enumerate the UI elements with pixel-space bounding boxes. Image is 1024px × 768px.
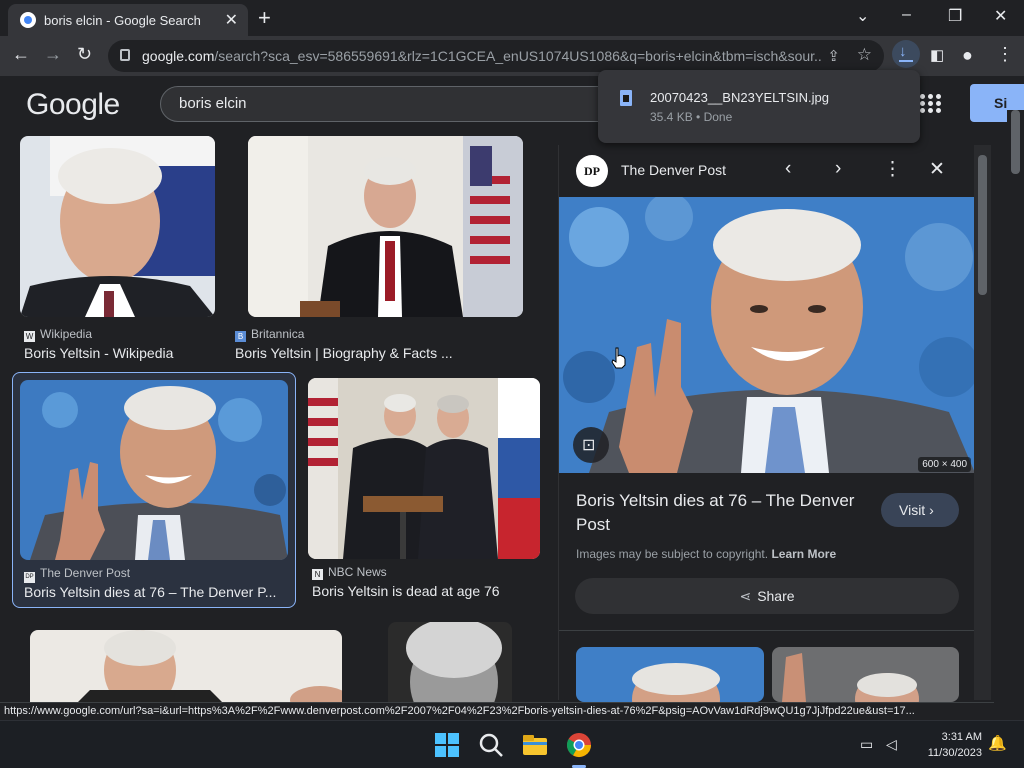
- result-title[interactable]: Boris Yeltsin - Wikipedia: [24, 345, 214, 361]
- address-bar[interactable]: google.com/search?sca_esv=586559691&rlz=…: [108, 40, 884, 72]
- tab-title: boris elcin - Google Search: [44, 13, 201, 28]
- result-thumbnail[interactable]: [20, 380, 288, 560]
- close-panel-icon[interactable]: ✕: [929, 158, 945, 181]
- file-explorer-icon[interactable]: [520, 730, 550, 760]
- google-favicon-icon: [20, 12, 36, 28]
- back-icon[interactable]: ←: [12, 44, 30, 65]
- related-image[interactable]: [772, 647, 959, 702]
- result-source[interactable]: W Wikipedia: [24, 327, 92, 342]
- system-clock[interactable]: 3:31 AM 11/30/2023: [918, 729, 982, 761]
- result-card-denver-post[interactable]: DP The Denver Post Boris Yeltsin dies at …: [12, 372, 296, 608]
- lock-icon[interactable]: [120, 49, 130, 61]
- more-options-icon[interactable]: ⋮: [883, 158, 902, 181]
- result-thumbnail[interactable]: [388, 622, 512, 702]
- result-title[interactable]: Boris Yeltsin dies at 76 – The Denver P.…: [24, 584, 286, 600]
- scroll-thumb[interactable]: [978, 155, 987, 295]
- result-card-britannica[interactable]: B Britannica Boris Yeltsin | Biography & …: [231, 136, 525, 366]
- panel-scrollbar[interactable]: [974, 145, 991, 700]
- learn-more-link[interactable]: Learn More: [771, 547, 836, 561]
- side-panel-icon[interactable]: ◧: [930, 46, 944, 64]
- result-card-nbc-news[interactable]: N NBC News Boris Yeltsin is dead at age 7…: [308, 378, 540, 608]
- panel-title[interactable]: Boris Yeltsin dies at 76 – The Denver Po…: [576, 489, 866, 537]
- minimize-icon[interactable]: –: [902, 6, 911, 24]
- reload-icon[interactable]: ↻: [77, 44, 92, 65]
- image-preview-panel: DP The Denver Post ‹ › ⋮ ✕ ⊡ 600 × 400 B…: [558, 145, 975, 702]
- volume-icon[interactable]: ◁: [886, 736, 897, 753]
- panel-header: DP The Denver Post ‹ › ⋮ ✕: [559, 145, 975, 197]
- restore-icon[interactable]: ❐: [948, 6, 962, 26]
- result-title[interactable]: Boris Yeltsin | Biography & Facts ...: [235, 345, 525, 361]
- browser-tab[interactable]: boris elcin - Google Search ✕: [8, 4, 248, 36]
- search-icon[interactable]: [476, 730, 506, 760]
- download-status: 35.4 KB • Done: [650, 110, 733, 124]
- google-apps-icon[interactable]: [920, 94, 946, 114]
- copyright-notice: Images may be subject to copyright. Lear…: [576, 547, 837, 561]
- close-tab-icon[interactable]: ✕: [225, 10, 238, 30]
- network-icon[interactable]: ▭: [860, 736, 873, 753]
- chrome-icon[interactable]: [564, 730, 594, 760]
- result-thumbnail[interactable]: [248, 136, 523, 317]
- bookmark-star-icon[interactable]: ☆: [857, 45, 872, 65]
- result-thumbnail[interactable]: [30, 630, 342, 702]
- share-button[interactable]: ⋖ Share: [575, 578, 959, 614]
- lens-icon: ⊡: [582, 437, 596, 454]
- result-thumbnail[interactable]: [20, 136, 215, 317]
- new-tab-icon[interactable]: +: [258, 5, 271, 31]
- chevron-right-icon: ›: [929, 502, 934, 518]
- denver-post-logo[interactable]: DP: [576, 155, 608, 187]
- search-input[interactable]: [179, 95, 599, 112]
- hand-cursor-icon: [611, 347, 627, 374]
- result-source[interactable]: DP The Denver Post: [24, 566, 130, 583]
- page-scrollbar[interactable]: [1007, 110, 1024, 702]
- wikipedia-icon: W: [24, 331, 35, 342]
- windows-start-icon[interactable]: [432, 730, 462, 760]
- download-bubble: 20070423__BN23YELTSIN.jpg 35.4 KB • Done: [598, 70, 920, 143]
- close-window-icon[interactable]: ✕: [994, 6, 1007, 26]
- result-card-wikipedia[interactable]: W Wikipedia Boris Yeltsin - Wikipedia: [20, 136, 215, 366]
- windows-taskbar: ▭ ◁ 3:31 AM 11/30/2023 🔔: [0, 720, 1024, 768]
- previous-icon[interactable]: ‹: [785, 158, 791, 180]
- notification-bell-icon[interactable]: 🔔: [988, 734, 1007, 752]
- google-lens-button[interactable]: ⊡: [573, 427, 609, 463]
- visit-button[interactable]: Visit ›: [881, 493, 959, 527]
- image-dimensions: 600 × 400: [918, 457, 971, 472]
- denver-post-icon: DP: [24, 572, 35, 583]
- related-image[interactable]: [576, 647, 764, 702]
- forward-icon[interactable]: →: [44, 44, 62, 65]
- result-source[interactable]: N NBC News: [312, 565, 387, 580]
- result-title[interactable]: Boris Yeltsin is dead at age 76: [312, 583, 540, 599]
- preview-image[interactable]: ⊡ 600 × 400: [559, 197, 975, 473]
- tab-search-chevron-icon[interactable]: ⌄: [856, 6, 869, 26]
- next-icon[interactable]: ›: [835, 158, 841, 180]
- menu-kebab-icon[interactable]: ⋮: [996, 44, 1014, 65]
- share-icon: ⋖: [739, 588, 752, 604]
- image-results-grid: W Wikipedia Boris Yeltsin - Wikipedia B …: [0, 132, 558, 702]
- downloads-button[interactable]: ↓: [892, 40, 920, 68]
- file-icon: [620, 90, 632, 106]
- scroll-thumb[interactable]: [1011, 110, 1020, 174]
- result-thumbnail[interactable]: [308, 378, 540, 559]
- download-icon: ↓: [899, 43, 907, 60]
- result-source[interactable]: B Britannica: [235, 327, 304, 342]
- divider: [559, 630, 975, 631]
- nbc-news-icon: N: [312, 569, 323, 580]
- search-box[interactable]: [160, 86, 630, 122]
- profile-icon[interactable]: ●: [962, 45, 973, 66]
- link-status-bar: https://www.google.com/url?sa=i&url=http…: [0, 702, 994, 720]
- share-page-icon[interactable]: ⇪: [827, 47, 840, 65]
- tab-strip: boris elcin - Google Search ✕ + ⌄ – ❐ ✕: [0, 0, 1024, 36]
- url-text[interactable]: google.com/search?sca_esv=586559691&rlz=…: [142, 48, 822, 64]
- panel-source-name[interactable]: The Denver Post: [621, 162, 726, 178]
- download-filename[interactable]: 20070423__BN23YELTSIN.jpg: [650, 90, 829, 105]
- google-logo[interactable]: Google: [26, 88, 120, 122]
- britannica-icon: B: [235, 331, 246, 342]
